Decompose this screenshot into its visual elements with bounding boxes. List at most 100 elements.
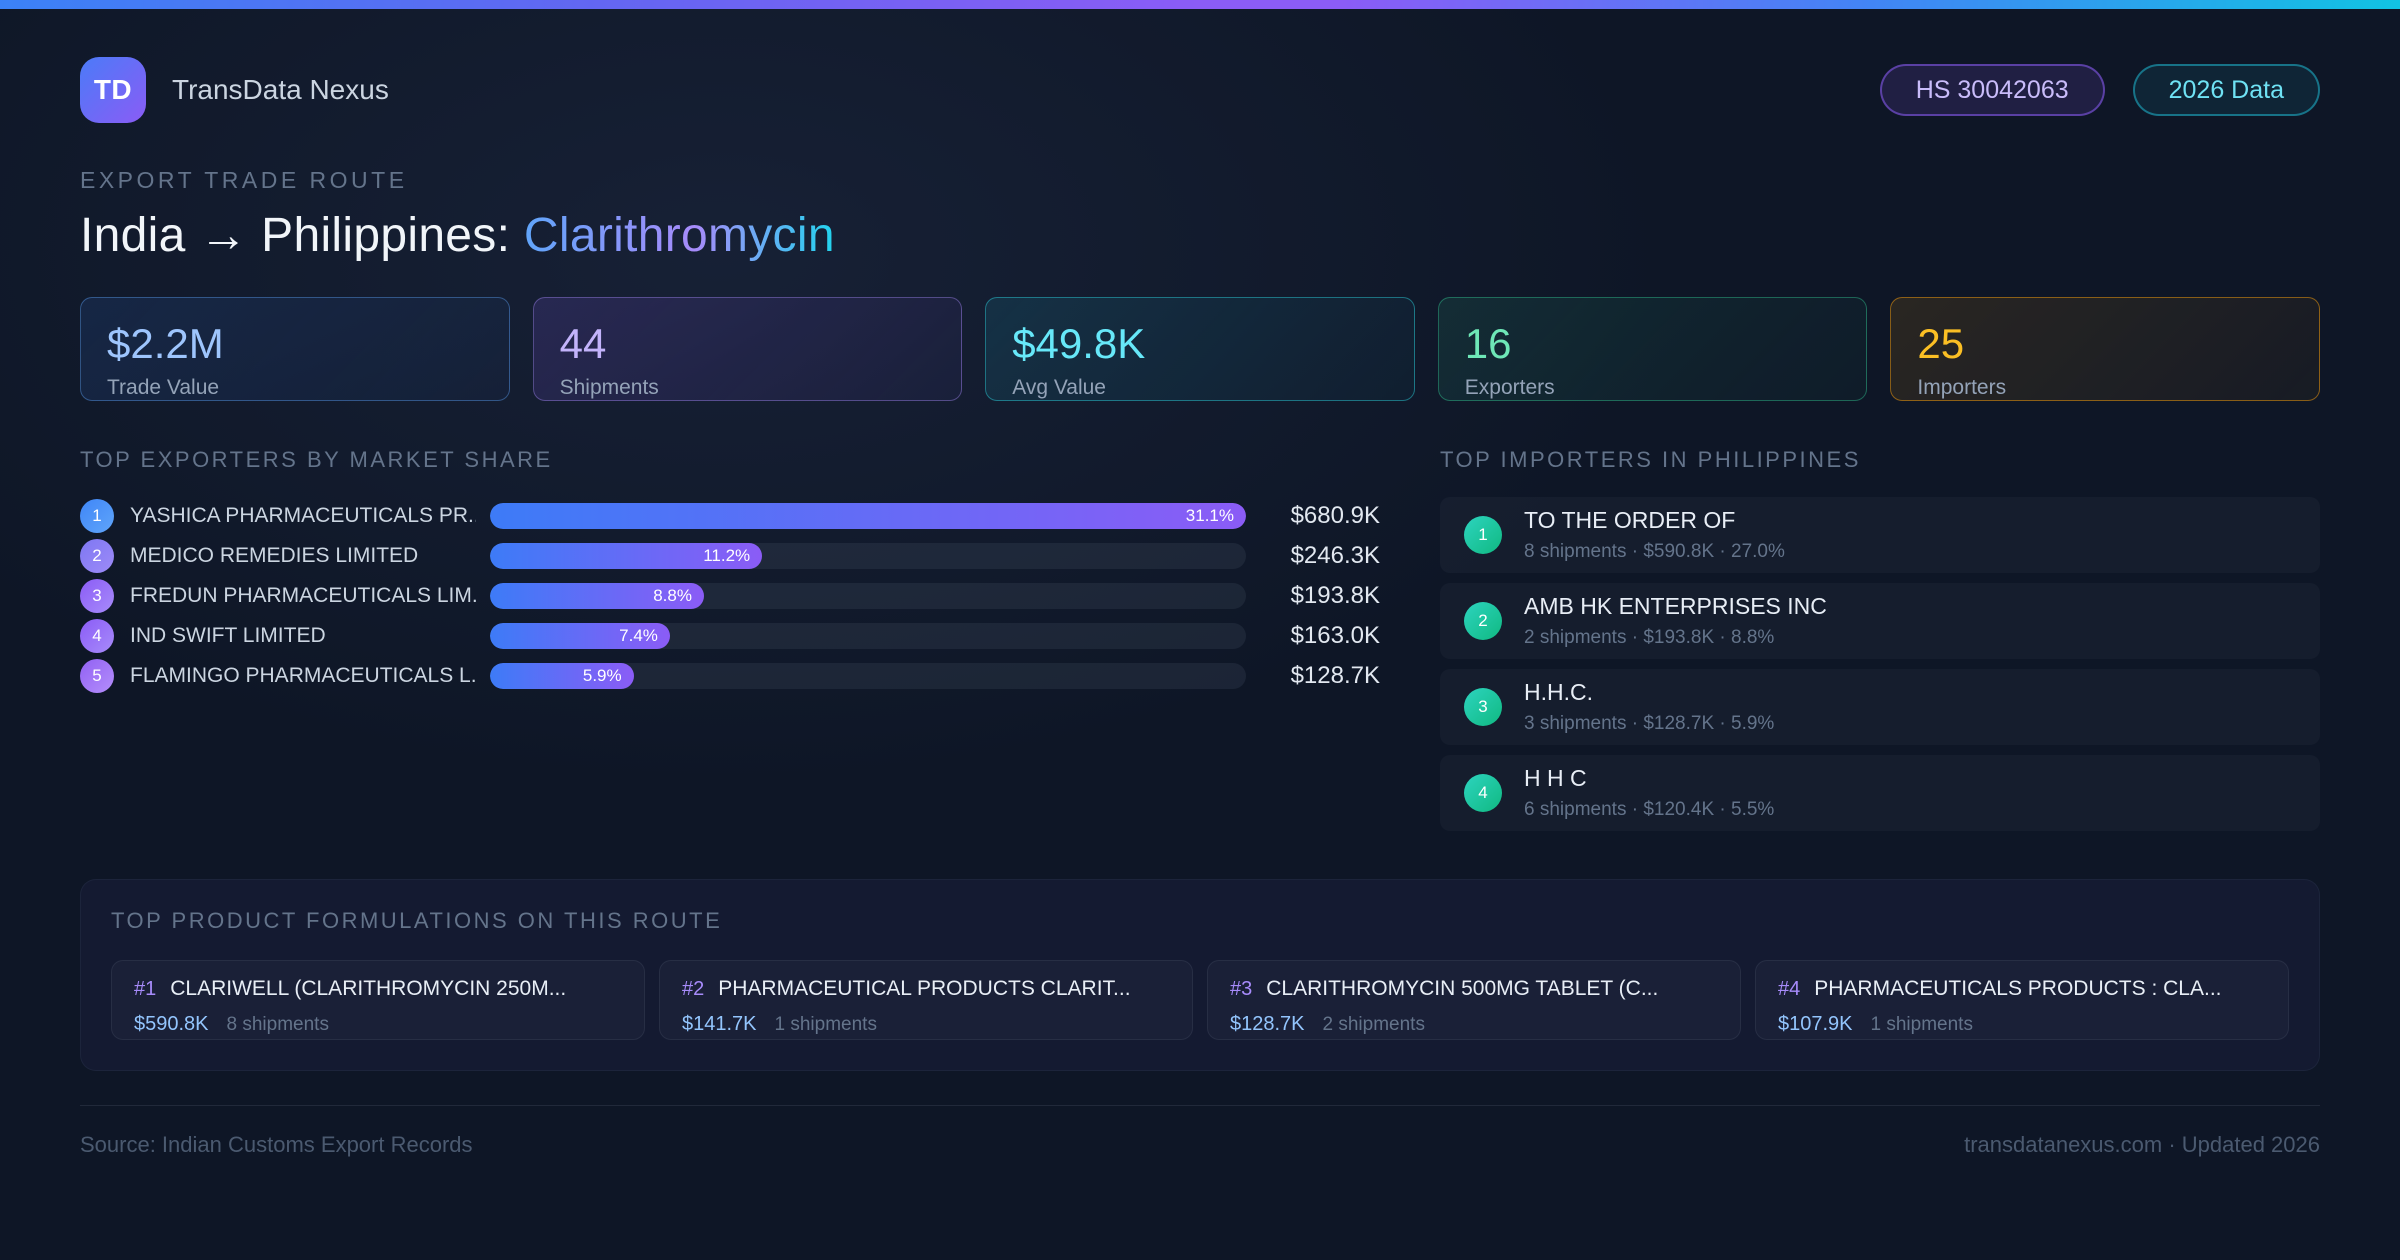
exporter-name: YASHICA PHARMACEUTICALS PR... <box>130 504 476 527</box>
product-name: CLARIWELL (CLARITHROMYCIN 250M... <box>170 977 567 1000</box>
product-card[interactable]: #1 CLARIWELL (CLARITHROMYCIN 250M... $59… <box>111 960 645 1040</box>
importer-row[interactable]: 1 TO THE ORDER OF 8 shipments · $590.8K … <box>1440 497 2320 573</box>
page-title: India → Philippines: Clarithromycin <box>80 208 2320 263</box>
importer-details: 3 shipments · $128.7K · 5.9% <box>1524 713 1775 734</box>
market-share-percent: 31.1% <box>1185 506 1234 525</box>
product-rank: #2 <box>682 977 705 1000</box>
exporter-row[interactable]: 1 YASHICA PHARMACEUTICALS PR... 31.1% $6… <box>80 499 1380 533</box>
stat-value: $49.8K <box>1012 320 1146 367</box>
importer-info: H H C 6 shipments · $120.4K · 5.5% <box>1524 765 1774 821</box>
product-card[interactable]: #3 CLARITHROMYCIN 500MG TABLET (C... $12… <box>1207 960 1741 1040</box>
importer-row[interactable]: 2 AMB HK ENTERPRISES INC 2 shipments · $… <box>1440 583 2320 659</box>
importer-details: 8 shipments · $590.8K · 27.0% <box>1524 541 1785 562</box>
page-title-route: India → Philippines: <box>80 209 524 262</box>
product-rank: #4 <box>1778 977 1801 1000</box>
market-share-percent: 8.8% <box>653 586 692 605</box>
product-shipments: 1 shipments <box>1870 1013 1973 1035</box>
product-cards-row: #1 CLARIWELL (CLARITHROMYCIN 250M... $59… <box>111 960 2289 1040</box>
market-share-bar: 31.1% <box>490 503 1246 529</box>
market-share-percent: 11.2% <box>703 546 751 565</box>
stat-label: Importers <box>1917 376 2007 400</box>
product-value: $107.9K <box>1778 1013 1853 1035</box>
exporter-value: $246.3K <box>1290 542 1380 569</box>
importer-name: AMB HK ENTERPRISES INC <box>1524 593 1827 619</box>
product-value: $128.7K <box>1230 1013 1305 1035</box>
exporter-value: $193.8K <box>1290 582 1380 609</box>
exporter-rank-badge: 1 <box>80 499 114 533</box>
footer-source: Source: Indian Customs Export Records <box>80 1132 473 1157</box>
importers-list: 1 TO THE ORDER OF 8 shipments · $590.8K … <box>1440 497 2320 831</box>
brand-logo-icon: TD <box>80 57 146 123</box>
stat-value: 44 <box>559 320 607 367</box>
main-columns: TOP EXPORTERS BY MARKET SHARE 1 YASHICA … <box>80 447 2320 831</box>
product-title-row: #2 PHARMACEUTICAL PRODUCTS CLARIT... <box>682 977 1170 1001</box>
product-shipments: 2 shipments <box>1322 1013 1425 1035</box>
exporters-list: 1 YASHICA PHARMACEUTICALS PR... 31.1% $6… <box>80 499 1380 693</box>
market-share-bar: 5.9% <box>490 663 634 689</box>
page: TD TransData Nexus HS 30042063 2026 Data… <box>0 57 2400 1158</box>
market-share-percent: 5.9% <box>582 666 622 685</box>
market-share-bar: 7.4% <box>490 623 670 649</box>
product-title-row: #1 CLARIWELL (CLARITHROMYCIN 250M... <box>134 977 622 1001</box>
product-name: PHARMACEUTICAL PRODUCTS CLARIT... <box>718 977 1131 1000</box>
footer: Source: Indian Customs Export Records tr… <box>80 1105 2320 1158</box>
importer-name: TO THE ORDER OF <box>1524 507 1736 533</box>
stat-label: Avg Value <box>1012 376 1106 400</box>
brand: TD TransData Nexus <box>80 57 389 123</box>
product-name: PHARMACEUTICALS PRODUCTS : CLA... <box>1814 977 2222 1000</box>
market-share-bar-track: 7.4% <box>490 623 1246 649</box>
exporter-value: $680.9K <box>1290 502 1380 529</box>
product-card[interactable]: #4 PHARMACEUTICALS PRODUCTS : CLA... $10… <box>1755 960 2289 1040</box>
product-value: $590.8K <box>134 1013 209 1035</box>
stat-label: Shipments <box>559 376 659 400</box>
exporter-row[interactable]: 2 MEDICO REMEDIES LIMITED 11.2% $246.3K <box>80 539 1380 573</box>
product-rank: #3 <box>1230 977 1253 1000</box>
exporter-name: FLAMINGO PHARMACEUTICALS L... <box>130 664 476 687</box>
market-share-bar-track: 11.2% <box>490 543 1246 569</box>
year-data-badge: 2026 Data <box>2132 64 2320 116</box>
stat-label: Trade Value <box>107 376 220 400</box>
exporter-value: $163.0K <box>1290 622 1380 649</box>
importer-rank-badge: 4 <box>1464 774 1502 812</box>
products-heading: TOP PRODUCT FORMULATIONS ON THIS ROUTE <box>111 908 723 933</box>
importer-details: 2 shipments · $193.8K · 8.8% <box>1524 627 1775 648</box>
exporter-value: $128.7K <box>1290 662 1380 689</box>
market-share-bar: 8.8% <box>490 583 704 609</box>
product-stats-row: $107.9K 1 shipments <box>1778 1013 2266 1036</box>
market-share-bar-track: 8.8% <box>490 583 1246 609</box>
importers-section: TOP IMPORTERS IN PHILIPPINES 1 TO THE OR… <box>1440 447 2320 831</box>
products-section: TOP PRODUCT FORMULATIONS ON THIS ROUTE #… <box>80 879 2320 1071</box>
stat-value: $2.2M <box>107 320 224 367</box>
market-share-bar: 11.2% <box>490 543 763 569</box>
exporter-row[interactable]: 3 FREDUN PHARMACEUTICALS LIM... 8.8% $19… <box>80 579 1380 613</box>
importer-rank-badge: 1 <box>1464 516 1502 554</box>
stat-label: Exporters <box>1464 376 1555 400</box>
exporter-rank-badge: 4 <box>80 619 114 653</box>
product-shipments: 8 shipments <box>226 1013 329 1035</box>
importer-row[interactable]: 3 H.H.C. 3 shipments · $128.7K · 5.9% <box>1440 669 2320 745</box>
importer-info: AMB HK ENTERPRISES INC 2 shipments · $19… <box>1524 593 1827 649</box>
product-stats-row: $590.8K 8 shipments <box>134 1013 622 1036</box>
product-title-row: #4 PHARMACEUTICALS PRODUCTS : CLA... <box>1778 977 2266 1001</box>
footer-meta: transdatanexus.com · Updated 2026 <box>1964 1132 2320 1157</box>
importer-name: H.H.C. <box>1524 679 1593 705</box>
exporter-row[interactable]: 4 IND SWIFT LIMITED 7.4% $163.0K <box>80 619 1380 653</box>
importers-heading: TOP IMPORTERS IN PHILIPPINES <box>1440 447 1861 472</box>
market-share-bar-track: 31.1% <box>490 503 1246 529</box>
header-badges: HS 30042063 2026 Data <box>1879 64 2320 116</box>
stat-value: 25 <box>1917 320 1965 367</box>
importer-info: TO THE ORDER OF 8 shipments · $590.8K · … <box>1524 507 1785 563</box>
product-card[interactable]: #2 PHARMACEUTICAL PRODUCTS CLARIT... $14… <box>659 960 1193 1040</box>
page-title-product: Clarithromycin <box>523 209 835 262</box>
product-title-row: #3 CLARITHROMYCIN 500MG TABLET (C... <box>1230 977 1718 1001</box>
product-shipments: 1 shipments <box>774 1013 877 1035</box>
exporters-heading: TOP EXPORTERS BY MARKET SHARE <box>80 447 553 472</box>
accent-gradient-bar <box>0 0 2400 9</box>
importer-row[interactable]: 4 H H C 6 shipments · $120.4K · 5.5% <box>1440 755 2320 831</box>
importer-rank-badge: 3 <box>1464 688 1502 726</box>
hs-code-badge: HS 30042063 <box>1879 64 2105 116</box>
stat-value: 16 <box>1464 320 1512 367</box>
product-stats-row: $128.7K 2 shipments <box>1230 1013 1718 1036</box>
exporter-rank-badge: 3 <box>80 579 114 613</box>
exporter-row[interactable]: 5 FLAMINGO PHARMACEUTICALS L... 5.9% $12… <box>80 659 1380 693</box>
